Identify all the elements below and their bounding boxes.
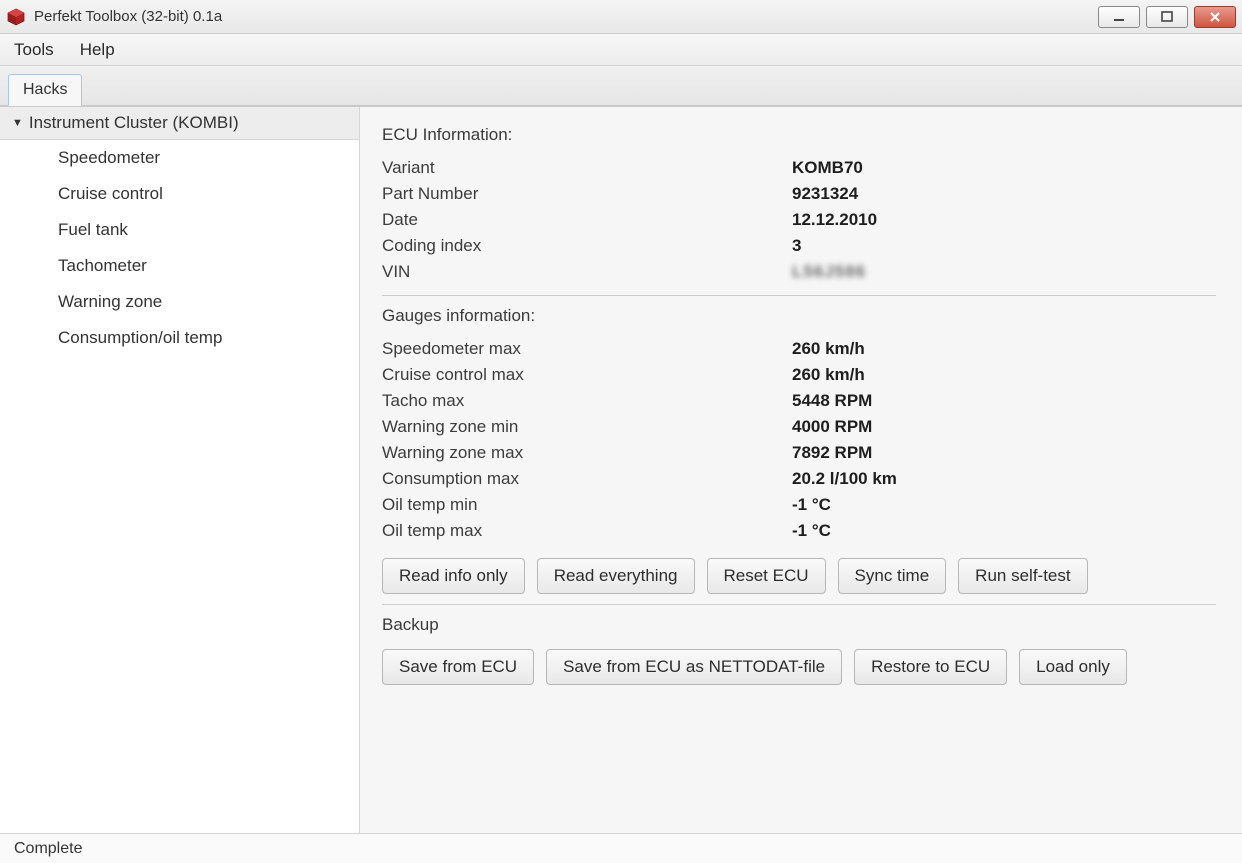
menubar: Tools Help [0, 34, 1242, 66]
speedo-value: 260 km/h [792, 339, 865, 359]
variant-label: Variant [382, 158, 792, 178]
read-info-button[interactable]: Read info only [382, 558, 525, 594]
tree-header-label: Instrument Cluster (KOMBI) [29, 113, 239, 133]
warnmax-value: 7892 RPM [792, 443, 872, 463]
backup-section-title: Backup [382, 615, 1216, 635]
oilmax-value: -1 °C [792, 521, 831, 541]
tabstrip: Hacks [0, 66, 1242, 106]
tree-header-instrument-cluster[interactable]: ▼ Instrument Cluster (KOMBI) [0, 107, 359, 140]
oilmin-value: -1 °C [792, 495, 831, 515]
cruise-label: Cruise control max [382, 365, 792, 385]
window-title: Perfekt Toolbox (32-bit) 0.1a [34, 8, 222, 25]
warnmin-label: Warning zone min [382, 417, 792, 437]
warnmin-value: 4000 RPM [792, 417, 872, 437]
tree-item-fuel-tank[interactable]: Fuel tank [0, 212, 359, 248]
variant-value: KOMB70 [792, 158, 863, 178]
tree-item-consumption-oil-temp[interactable]: Consumption/oil temp [0, 320, 359, 356]
coding-value: 3 [792, 236, 801, 256]
app-icon [6, 7, 26, 27]
partnum-value: 9231324 [792, 184, 858, 204]
tacho-label: Tacho max [382, 391, 792, 411]
tree-item-warning-zone[interactable]: Warning zone [0, 284, 359, 320]
tab-hacks[interactable]: Hacks [8, 74, 82, 106]
ecu-section-title: ECU Information: [382, 125, 1216, 145]
main-panel: ECU Information: Variant KOMB70 Part Num… [360, 107, 1242, 833]
restore-to-ecu-button[interactable]: Restore to ECU [854, 649, 1007, 685]
window-titlebar: Perfekt Toolbox (32-bit) 0.1a [0, 0, 1242, 34]
date-value: 12.12.2010 [792, 210, 877, 230]
separator [382, 295, 1216, 296]
sidebar: ▼ Instrument Cluster (KOMBI) Speedometer… [0, 107, 360, 833]
menu-tools[interactable]: Tools [14, 40, 54, 60]
partnum-label: Part Number [382, 184, 792, 204]
read-everything-button[interactable]: Read everything [537, 558, 695, 594]
status-text: Complete [14, 840, 82, 858]
save-from-ecu-button[interactable]: Save from ECU [382, 649, 534, 685]
reset-ecu-button[interactable]: Reset ECU [707, 558, 826, 594]
tree-item-cruise-control[interactable]: Cruise control [0, 176, 359, 212]
speedo-label: Speedometer max [382, 339, 792, 359]
run-selftest-button[interactable]: Run self-test [958, 558, 1087, 594]
cruise-value: 260 km/h [792, 365, 865, 385]
cons-value: 20.2 l/100 km [792, 469, 897, 489]
warnmax-label: Warning zone max [382, 443, 792, 463]
oilmin-label: Oil temp min [382, 495, 792, 515]
caret-down-icon: ▼ [12, 117, 23, 129]
gauges-section-title: Gauges information: [382, 306, 1216, 326]
tree-item-speedometer[interactable]: Speedometer [0, 140, 359, 176]
coding-label: Coding index [382, 236, 792, 256]
tacho-value: 5448 RPM [792, 391, 872, 411]
cons-label: Consumption max [382, 469, 792, 489]
minimize-button[interactable] [1098, 6, 1140, 28]
menu-help[interactable]: Help [80, 40, 115, 60]
vin-label: VIN [382, 262, 792, 282]
sync-time-button[interactable]: Sync time [838, 558, 947, 594]
tree-item-tachometer[interactable]: Tachometer [0, 248, 359, 284]
statusbar: Complete [0, 833, 1242, 863]
maximize-button[interactable] [1146, 6, 1188, 28]
close-button[interactable] [1194, 6, 1236, 28]
save-nettodat-button[interactable]: Save from ECU as NETTODAT-file [546, 649, 842, 685]
load-only-button[interactable]: Load only [1019, 649, 1127, 685]
oilmax-label: Oil temp max [382, 521, 792, 541]
vin-value: L56J586 [792, 262, 866, 282]
date-label: Date [382, 210, 792, 230]
separator [382, 604, 1216, 605]
